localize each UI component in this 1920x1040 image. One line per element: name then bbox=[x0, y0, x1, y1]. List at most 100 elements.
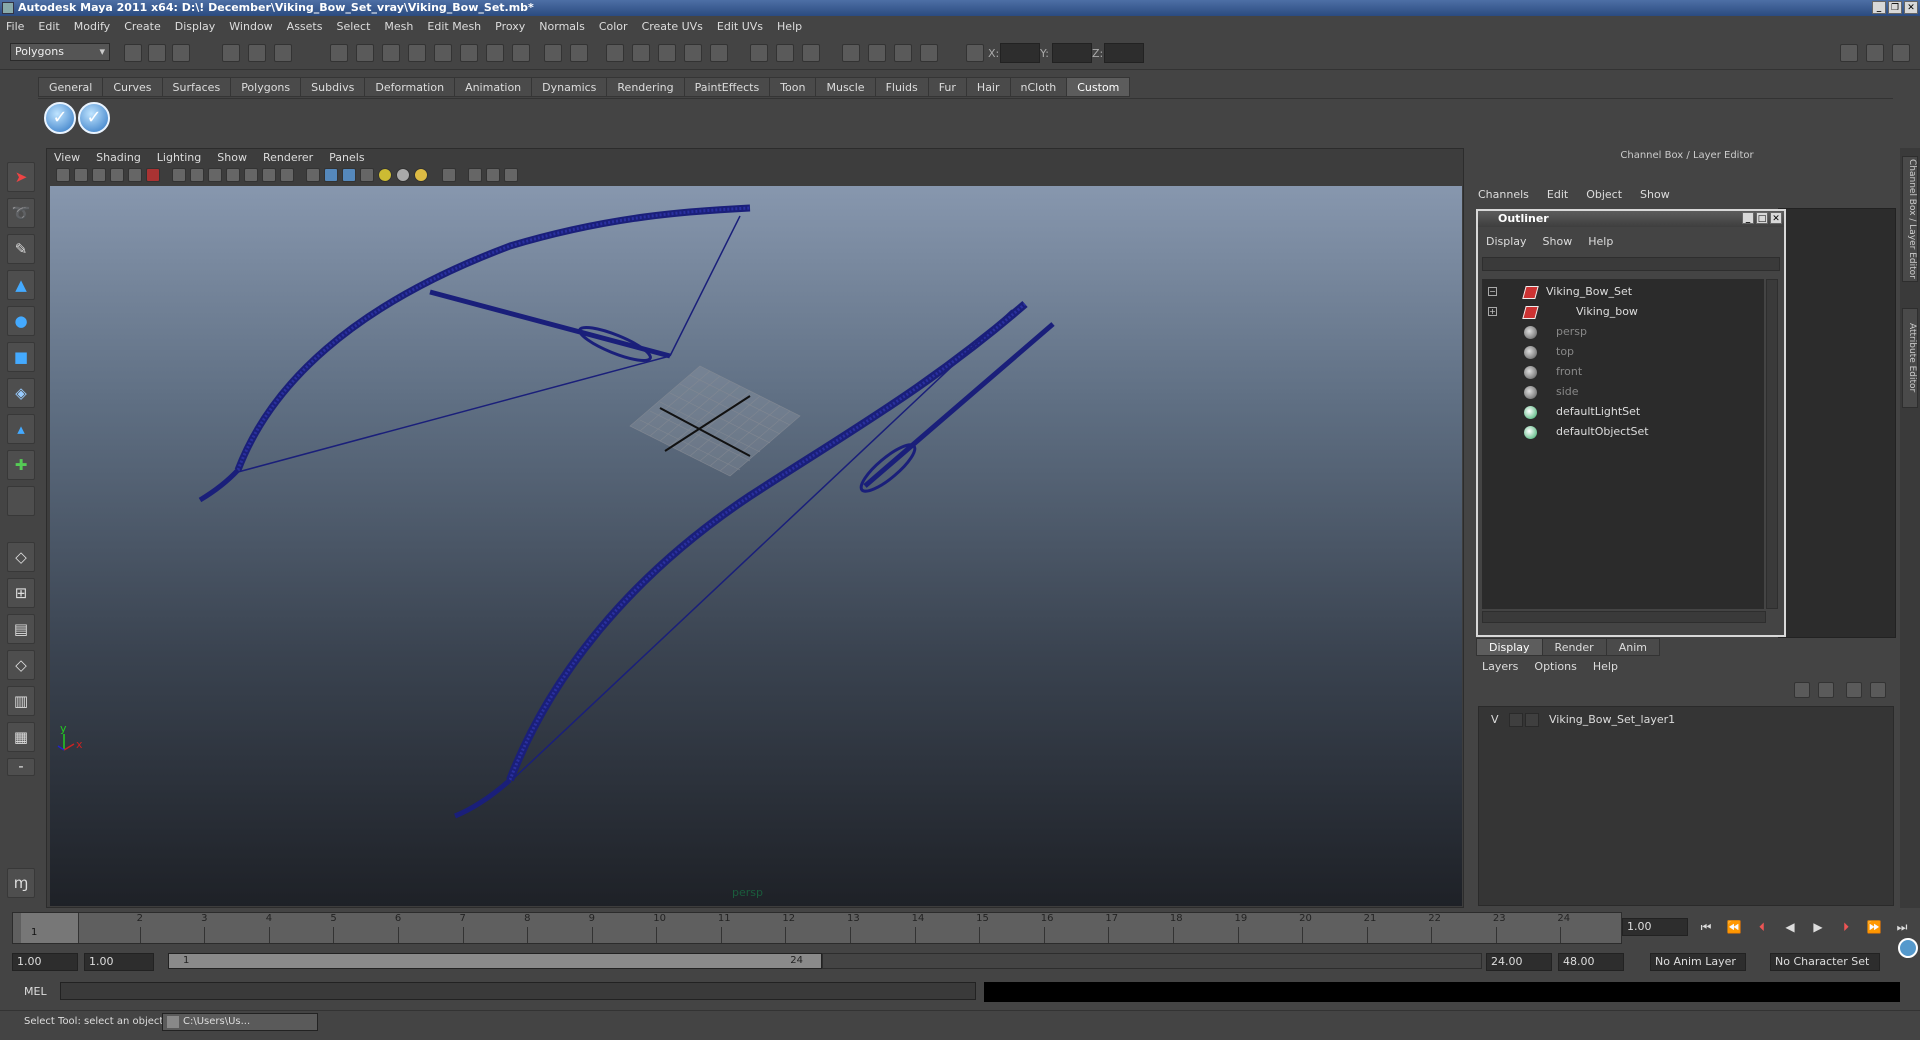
channels-menu[interactable]: Channels bbox=[1478, 188, 1529, 201]
menu-create-uvs[interactable]: Create UVs bbox=[642, 20, 703, 33]
isolate-select-icon[interactable] bbox=[442, 168, 456, 182]
wireframe-on-shaded-icon[interactable] bbox=[324, 168, 338, 182]
close-button[interactable]: ✕ bbox=[1904, 1, 1918, 14]
rotate-tool-icon[interactable]: ● bbox=[7, 306, 35, 336]
toggle-attribute-editor-icon[interactable] bbox=[1866, 44, 1884, 62]
xray-joints-icon[interactable] bbox=[468, 168, 482, 182]
move-layer-up-icon[interactable] bbox=[1846, 682, 1862, 698]
snapshot-icon[interactable] bbox=[842, 44, 860, 62]
hypershade-layout-icon[interactable]: ▥ bbox=[7, 686, 35, 716]
menu-create[interactable]: Create bbox=[124, 20, 161, 33]
soft-mod-icon[interactable]: ▴ bbox=[7, 414, 35, 444]
menu-file[interactable]: File bbox=[6, 20, 24, 33]
last-tool-icon[interactable] bbox=[7, 486, 35, 516]
help-icon[interactable] bbox=[512, 44, 530, 62]
shelf-tab-surfaces[interactable]: Surfaces bbox=[161, 77, 232, 97]
select-tool-icon[interactable]: ➤ bbox=[7, 162, 35, 192]
transform-field-icon[interactable] bbox=[966, 44, 984, 62]
viewport-menu-lighting[interactable]: Lighting bbox=[157, 151, 201, 164]
restore-button[interactable]: ❐ bbox=[1888, 1, 1902, 14]
select-by-component-icon[interactable] bbox=[274, 44, 292, 62]
render-globals-icon[interactable] bbox=[710, 44, 728, 62]
shelf-tab-ncloth[interactable]: nCloth bbox=[1009, 77, 1068, 97]
shadows-icon[interactable] bbox=[414, 168, 428, 182]
time-slider[interactable]: 123456789101112131415161718192021222324 … bbox=[12, 912, 1622, 944]
move-tool-icon[interactable]: ▲ bbox=[7, 270, 35, 300]
persp-outliner-layout-icon[interactable]: ▤ bbox=[7, 614, 35, 644]
snap-point-icon[interactable] bbox=[382, 44, 400, 62]
toggle-tool-settings-icon[interactable] bbox=[1892, 44, 1910, 62]
bookmark-icon[interactable] bbox=[92, 168, 106, 182]
viewport-menu-show[interactable]: Show bbox=[217, 151, 247, 164]
tab-anim[interactable]: Anim bbox=[1605, 638, 1660, 656]
new-layer-selected-icon[interactable] bbox=[1818, 682, 1834, 698]
hud-icon[interactable] bbox=[504, 168, 518, 182]
list-item[interactable]: + Viking_bow bbox=[1482, 303, 1762, 321]
layer-color-swatch[interactable] bbox=[1525, 713, 1539, 727]
object-menu[interactable]: Object bbox=[1586, 188, 1622, 201]
range-slider[interactable]: 1 24 bbox=[168, 953, 822, 969]
persp-graph-layout-icon[interactable]: ◇ bbox=[7, 650, 35, 680]
go-to-end-icon[interactable]: ⏭ bbox=[1892, 918, 1912, 936]
shelf-tab-toon[interactable]: Toon bbox=[769, 77, 817, 97]
lock-icon[interactable] bbox=[544, 44, 562, 62]
current-time-marker[interactable]: 1 bbox=[21, 913, 79, 943]
outliner-menu-show[interactable]: Show bbox=[1543, 235, 1573, 248]
perspective-viewport[interactable]: y x bbox=[50, 186, 1462, 906]
outliner-close-button[interactable]: ✕ bbox=[1770, 212, 1782, 224]
x-coord-field[interactable] bbox=[1000, 43, 1040, 63]
shelf-tab-subdivs[interactable]: Subdivs bbox=[300, 77, 366, 97]
play-backwards-icon[interactable]: ◀ bbox=[1780, 918, 1800, 936]
shelf-tab-deformation[interactable]: Deformation bbox=[364, 77, 456, 97]
maya-app-icon[interactable] bbox=[2, 2, 14, 14]
shelf-tab-polygons[interactable]: Polygons bbox=[230, 77, 302, 97]
xray-components-icon[interactable] bbox=[486, 168, 500, 182]
isolate-icon[interactable] bbox=[920, 44, 938, 62]
shelf-tab-painteffects[interactable]: PaintEffects bbox=[683, 77, 771, 97]
list-item[interactable]: side bbox=[1482, 383, 1762, 401]
expand-icon[interactable]: + bbox=[1488, 307, 1497, 316]
go-to-start-icon[interactable]: ⏮ bbox=[1696, 918, 1716, 936]
show-menu[interactable]: Show bbox=[1640, 188, 1670, 201]
menu-normals[interactable]: Normals bbox=[539, 20, 585, 33]
minimize-button[interactable]: _ bbox=[1872, 1, 1886, 14]
shelf-tab-general[interactable]: General bbox=[38, 77, 104, 97]
move-layer-down-icon[interactable] bbox=[1870, 682, 1886, 698]
gate-mask-icon[interactable] bbox=[190, 168, 204, 182]
menu-modify[interactable]: Modify bbox=[74, 20, 110, 33]
safe-action-icon[interactable] bbox=[226, 168, 240, 182]
resolution-gate-icon[interactable] bbox=[172, 168, 186, 182]
channel-box-side-tab[interactable]: Channel Box / Layer Editor bbox=[1902, 156, 1918, 282]
menu-display[interactable]: Display bbox=[175, 20, 216, 33]
camera-attributes-icon[interactable] bbox=[74, 168, 88, 182]
single-perspective-layout-icon[interactable]: ◇ bbox=[7, 542, 35, 572]
scale-tool-icon[interactable]: ■ bbox=[7, 342, 35, 372]
play-forwards-icon[interactable]: ▶ bbox=[1808, 918, 1828, 936]
outliner-vertical-scrollbar[interactable] bbox=[1766, 279, 1778, 609]
outliner-horizontal-scrollbar[interactable] bbox=[1482, 611, 1766, 623]
show-attribute-icon[interactable] bbox=[750, 44, 768, 62]
layer-visibility-toggle[interactable]: V bbox=[1491, 711, 1499, 729]
persp-graph-hypergraph-layout-icon[interactable]: ▦ bbox=[7, 722, 35, 752]
paint-select-tool-icon[interactable]: ✎ bbox=[7, 234, 35, 264]
input-output-icon[interactable] bbox=[460, 44, 478, 62]
edit-menu[interactable]: Edit bbox=[1547, 188, 1568, 201]
mel-label[interactable]: MEL bbox=[24, 985, 47, 998]
snap-plane-icon[interactable] bbox=[408, 44, 426, 62]
range-slider-track[interactable] bbox=[822, 953, 1482, 969]
layout-more-icon[interactable]: - bbox=[7, 758, 35, 776]
step-forward-key-icon[interactable]: ⏩ bbox=[1864, 918, 1884, 936]
film-gate-icon[interactable] bbox=[146, 168, 160, 182]
step-back-frame-icon[interactable]: ⏴ bbox=[1752, 918, 1772, 936]
select-camera-icon[interactable] bbox=[56, 168, 70, 182]
smooth-shade-icon[interactable] bbox=[306, 168, 320, 182]
new-layer-icon[interactable] bbox=[1794, 682, 1810, 698]
shelf-tab-animation[interactable]: Animation bbox=[454, 77, 533, 97]
menu-edit-mesh[interactable]: Edit Mesh bbox=[427, 20, 481, 33]
all-lights-icon[interactable] bbox=[396, 168, 410, 182]
render-region-icon[interactable] bbox=[570, 44, 588, 62]
channel-box-body[interactable] bbox=[1778, 208, 1896, 638]
menu-window[interactable]: Window bbox=[229, 20, 272, 33]
step-forward-frame-icon[interactable]: ⏵ bbox=[1836, 918, 1856, 936]
universal-manipulator-icon[interactable]: ◈ bbox=[7, 378, 35, 408]
